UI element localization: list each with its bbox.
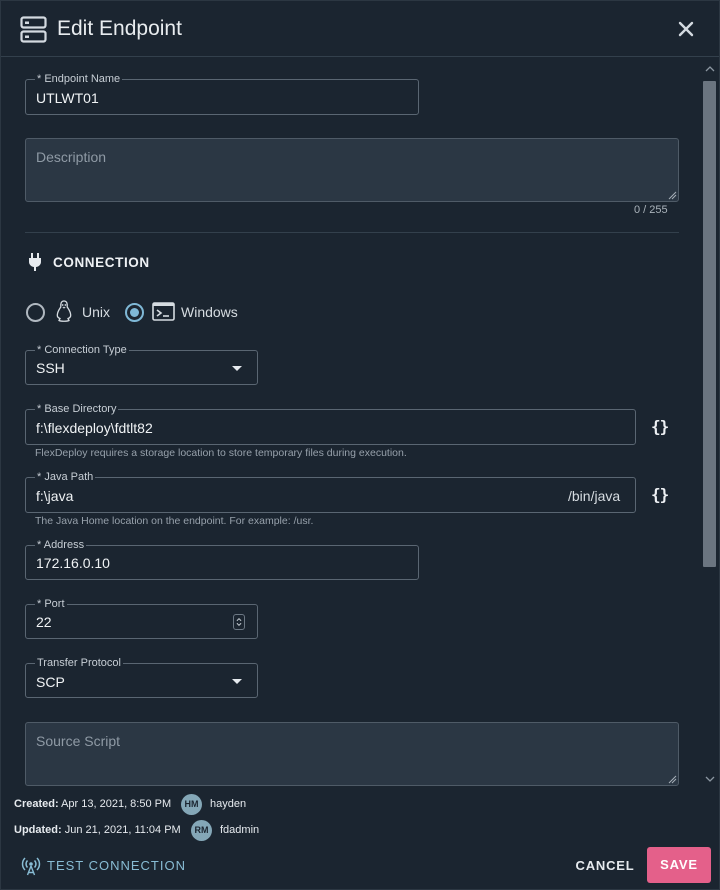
scrollbar[interactable] — [701, 61, 719, 789]
resize-handle-icon[interactable] — [667, 774, 677, 784]
terminal-icon — [152, 302, 175, 321]
resize-handle-icon[interactable] — [667, 190, 677, 200]
updated-date: Jun 21, 2021, 11:04 PM — [64, 824, 181, 836]
transfer-protocol-value: SCP — [36, 674, 65, 690]
dialog-header: Edit Endpoint — [1, 1, 719, 57]
section-divider — [25, 232, 679, 233]
description-counter: 0 / 255 — [634, 204, 668, 216]
endpoint-name-value: UTLWT01 — [36, 90, 99, 106]
java-path-suffix: /bin/java — [568, 488, 621, 504]
chevron-down-icon — [232, 679, 242, 684]
source-script-placeholder: Source Script — [36, 733, 121, 749]
port-stepper-icon[interactable] — [233, 614, 245, 630]
endpoint-name-field[interactable]: * Endpoint Name UTLWT01 — [25, 72, 419, 115]
connection-type-label: * Connection Type — [35, 343, 129, 357]
description-placeholder: Description — [36, 149, 107, 165]
plug-icon — [29, 253, 41, 271]
avatar: HM — [181, 794, 202, 815]
dialog-title: Edit Endpoint — [57, 17, 182, 40]
connection-type-select[interactable]: * Connection Type SSH — [25, 343, 258, 385]
updated-label: Updated: — [14, 824, 62, 836]
edit-endpoint-dialog: Edit Endpoint * Endpoint Name UTLWT01 De… — [0, 0, 720, 890]
save-button[interactable]: SAVE — [647, 847, 711, 883]
connection-type-value: SSH — [36, 360, 65, 376]
scrollbar-thumb[interactable] — [703, 81, 716, 567]
unix-label[interactable]: Unix — [82, 304, 110, 320]
port-label: * Port — [35, 597, 67, 611]
created-info: Created: Apr 13, 2021, 8:50 PM — [14, 798, 171, 810]
transfer-protocol-label: Transfer Protocol — [35, 656, 123, 670]
base-directory-helper: FlexDeploy requires a storage location t… — [35, 447, 407, 459]
base-directory-variable-icon[interactable]: {} — [651, 417, 669, 436]
scroll-up-icon[interactable] — [705, 65, 715, 73]
base-directory-field[interactable]: * Base Directory f:\flexdeploy\fdtlt82 — [25, 402, 636, 445]
chevron-down-icon — [232, 366, 242, 371]
port-value: 22 — [36, 614, 52, 630]
windows-radio[interactable] — [125, 303, 144, 322]
updated-info: Updated: Jun 21, 2021, 11:04 PM — [14, 824, 181, 836]
test-connection-label: TEST CONNECTION — [47, 858, 186, 873]
port-field[interactable]: * Port 22 — [25, 597, 258, 639]
transfer-protocol-select[interactable]: Transfer Protocol SCP — [25, 656, 258, 698]
close-icon[interactable] — [675, 18, 697, 40]
java-path-value: f:\java — [36, 488, 74, 504]
avatar: RM — [191, 820, 212, 841]
server-icon — [20, 16, 47, 43]
java-path-label: * Java Path — [35, 470, 96, 484]
base-directory-value: f:\flexdeploy\fdtlt82 — [36, 420, 153, 436]
created-date: Apr 13, 2021, 8:50 PM — [61, 798, 172, 810]
cancel-button[interactable]: CANCEL — [571, 849, 639, 882]
unix-radio[interactable] — [26, 303, 45, 322]
antenna-icon — [21, 857, 41, 876]
address-label: * Address — [35, 538, 87, 552]
base-directory-label: * Base Directory — [35, 402, 119, 416]
linux-icon — [56, 300, 72, 322]
java-path-field[interactable]: * Java Path f:\java /bin/java — [25, 470, 636, 513]
dialog-body[interactable]: * Endpoint Name UTLWT01 Description 0 / … — [1, 58, 701, 790]
source-script-textarea[interactable]: Source Script — [25, 722, 679, 786]
java-path-helper: The Java Home location on the endpoint. … — [35, 515, 314, 527]
address-field[interactable]: * Address 172.16.0.10 — [25, 538, 419, 580]
created-user: hayden — [210, 798, 247, 810]
windows-label[interactable]: Windows — [181, 304, 238, 320]
connection-section-title: CONNECTION — [53, 255, 150, 270]
scroll-down-icon[interactable] — [705, 775, 715, 783]
address-value: 172.16.0.10 — [36, 555, 110, 571]
description-textarea[interactable]: Description — [25, 138, 679, 202]
java-path-variable-icon[interactable]: {} — [651, 485, 669, 504]
created-label: Created: — [14, 798, 59, 810]
updated-user: fdadmin — [220, 824, 260, 836]
endpoint-name-label: * Endpoint Name — [35, 72, 123, 86]
